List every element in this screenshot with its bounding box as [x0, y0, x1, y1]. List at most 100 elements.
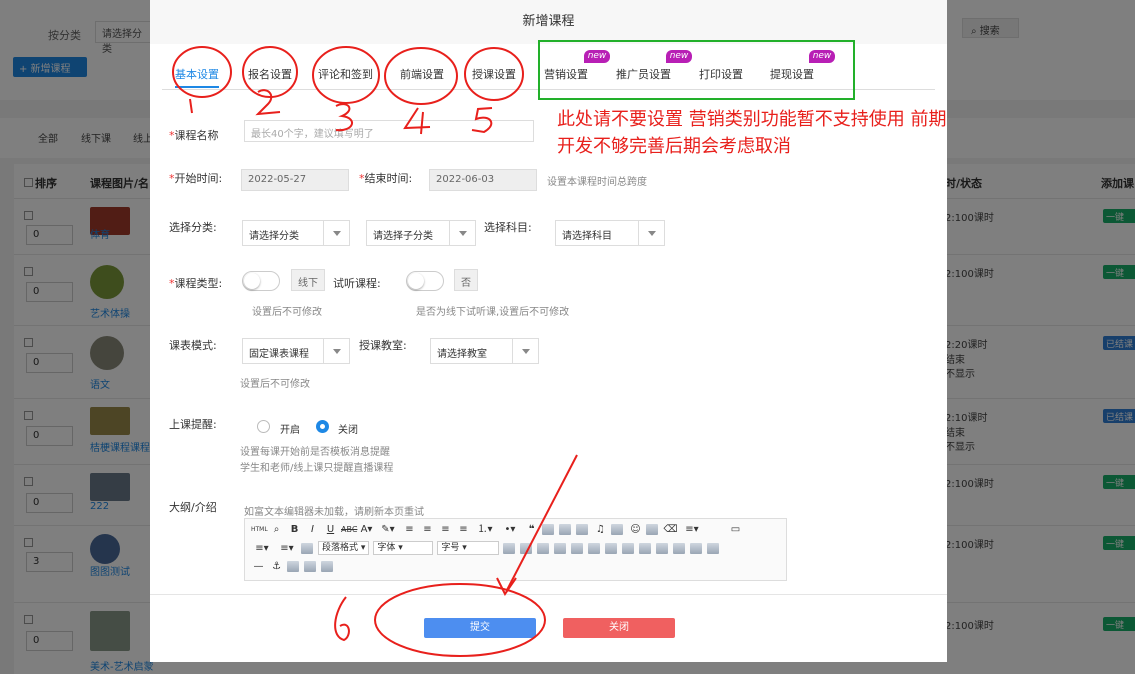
reminder-label: 上课提醒: [169, 418, 217, 431]
paragraph-spacing-icon[interactable]: ≡▾ [251, 542, 273, 555]
font-size-select[interactable]: 字号 ▾ [437, 541, 500, 555]
text-direction-icon[interactable] [301, 542, 313, 554]
link-icon[interactable] [646, 524, 658, 535]
course-name-input[interactable]: 最长40个字，建议填写明了 [244, 120, 534, 142]
unordered-list-icon[interactable]: •▾ [499, 523, 521, 536]
eraser-icon[interactable]: ⌫ [663, 523, 678, 536]
align-right-icon[interactable]: ≡ [438, 523, 453, 536]
end-time-label-text: 结束时间: [364, 172, 413, 185]
modal-title: 新增课程 [150, 0, 947, 44]
page-break-icon[interactable] [287, 561, 299, 572]
highlight-color-icon[interactable]: ✎▾ [377, 523, 399, 536]
underline-icon[interactable]: U [323, 523, 338, 536]
start-time-label: *开始时间: [169, 172, 223, 185]
horizontal-rule-icon[interactable]: — [251, 560, 266, 573]
editor-toolbar-row-3: — ⚓ [251, 560, 338, 576]
preview-icon[interactable] [321, 561, 333, 572]
editor-toolbar-row-2: ≡▾ ≡▾ 段落格式 ▾ 字体 ▾ 字号 ▾ [251, 541, 724, 557]
chevron-down-icon [323, 221, 349, 245]
font-color-icon[interactable]: A▾ [359, 523, 374, 536]
html-source-icon[interactable]: HTML [251, 523, 268, 536]
new-badge: new [584, 50, 610, 63]
tab-comments-checkin[interactable]: 评论和签到 [318, 66, 373, 82]
tab-print-settings[interactable]: 打印设置 [699, 66, 743, 82]
rich-text-editor[interactable]: HTML ⌕ B I U ABC A▾ ✎▾ ≡ ≡ ≡ ≡ ⒈▾ •▾ ❝ ♫ ☺ ⌫ ≡▾ ▭ ≡▾ ≡▾ 段落格式 … [244, 518, 787, 581]
schedule-mode-select[interactable]: 固定课表课程 [242, 338, 350, 364]
subject-label: 选择科目: [484, 221, 532, 234]
classroom-select[interactable]: 请选择教室 [430, 338, 539, 364]
tab-marketing-settings[interactable]: 营销设置 [544, 66, 588, 82]
split-cells-icon[interactable] [605, 542, 618, 554]
submit-button[interactable]: 提交 [424, 618, 536, 638]
file-icon[interactable] [611, 524, 623, 535]
end-time-label: *结束时间: [359, 172, 413, 185]
indent-icon[interactable]: ≡▾ [276, 542, 298, 555]
reminder-off-label: 关闭 [338, 425, 358, 436]
course-name-label: *课程名称 [169, 129, 219, 142]
editor-toolbar-row-1: HTML ⌕ B I U ABC A▾ ✎▾ ≡ ≡ ≡ ≡ ⒈▾ •▾ ❝ ♫ ☺ ⌫ ≡▾ ▭ [251, 523, 746, 539]
align-justify-icon[interactable]: ≡ [456, 523, 471, 536]
subject-select[interactable]: 请选择科目 [555, 220, 665, 246]
merge-right-icon[interactable] [622, 542, 635, 554]
classroom-label: 授课教室: [359, 339, 407, 352]
tab-teaching-settings[interactable]: 授课设置 [472, 66, 516, 82]
split-rows-icon[interactable] [656, 542, 669, 554]
anchor-icon[interactable]: ⚓ [269, 560, 284, 573]
bold-icon[interactable]: B [287, 523, 302, 536]
video-icon[interactable] [576, 524, 588, 535]
tab-frontend-settings[interactable]: 前端设置 [400, 66, 444, 82]
tab-basic-settings[interactable]: 基本设置 [175, 66, 219, 88]
tab-enrollment-settings[interactable]: 报名设置 [248, 66, 292, 82]
paragraph-format-select[interactable]: 段落格式 ▾ [318, 541, 370, 555]
outline-label: 大纲/介绍 [169, 501, 217, 514]
font-family-select[interactable]: 字体 ▾ [373, 541, 434, 555]
course-type-value: 线下 [291, 269, 325, 291]
fullscreen-icon[interactable]: ▭ [728, 523, 743, 536]
merge-cells-icon[interactable] [588, 542, 601, 554]
table-icon[interactable] [503, 542, 516, 554]
blockquote-icon[interactable]: ❝ [524, 523, 539, 536]
insert-column-icon[interactable] [554, 542, 567, 554]
trial-course-hint: 是否为线下试听课,设置后不可修改 [416, 307, 570, 318]
print-icon[interactable] [304, 561, 316, 572]
split-columns-icon[interactable] [673, 542, 686, 554]
subcategory-select[interactable]: 请选择子分类 [366, 220, 476, 246]
trial-course-value: 否 [454, 269, 478, 291]
emoji-icon[interactable]: ☺ [628, 523, 643, 536]
tab-withdraw-settings[interactable]: 提现设置 [770, 66, 814, 82]
merge-down-icon[interactable] [639, 542, 652, 554]
category-label: 选择分类: [169, 221, 217, 234]
tab-promoter-settings[interactable]: 推广员设置 [616, 66, 671, 82]
editor-hint: 如富文本编辑器未加载，请刷新本页重试 [244, 507, 424, 518]
insert-row-icon[interactable] [520, 542, 533, 554]
reminder-on-radio[interactable] [257, 420, 270, 433]
image-icon[interactable] [542, 524, 554, 535]
reminder-off-radio[interactable] [316, 420, 329, 433]
font-size-value: 字号 [441, 543, 460, 553]
course-type-toggle[interactable] [242, 271, 280, 291]
delete-table-icon[interactable] [707, 542, 720, 554]
table-properties-icon[interactable] [690, 542, 703, 554]
ordered-list-icon[interactable]: ⒈▾ [474, 523, 496, 536]
line-height-icon[interactable]: ≡▾ [681, 523, 703, 536]
category-select[interactable]: 请选择分类 [242, 220, 350, 246]
insert-picture-icon[interactable] [559, 524, 571, 535]
delete-row-icon[interactable] [537, 542, 550, 554]
align-center-icon[interactable]: ≡ [420, 523, 435, 536]
strikethrough-icon[interactable]: ABC [341, 523, 357, 536]
schedule-hint: 设置后不可修改 [240, 379, 310, 390]
time-hint: 设置本课程时间总跨度 [547, 177, 647, 188]
course-name-label-text: 课程名称 [174, 129, 219, 142]
font-family-value: 字体 [377, 543, 396, 553]
music-icon[interactable]: ♫ [593, 523, 608, 536]
search-icon[interactable]: ⌕ [269, 523, 284, 536]
close-button[interactable]: 关闭 [563, 618, 675, 638]
chevron-down-icon [323, 339, 349, 363]
trial-course-toggle[interactable] [406, 271, 444, 291]
end-time-input[interactable]: 2022-06-03 [429, 169, 537, 191]
start-time-input[interactable]: 2022-05-27 [241, 169, 349, 191]
align-left-icon[interactable]: ≡ [402, 523, 417, 536]
category-select-value: 请选择分类 [249, 231, 299, 242]
italic-icon[interactable]: I [305, 523, 320, 536]
delete-column-icon[interactable] [571, 542, 584, 554]
